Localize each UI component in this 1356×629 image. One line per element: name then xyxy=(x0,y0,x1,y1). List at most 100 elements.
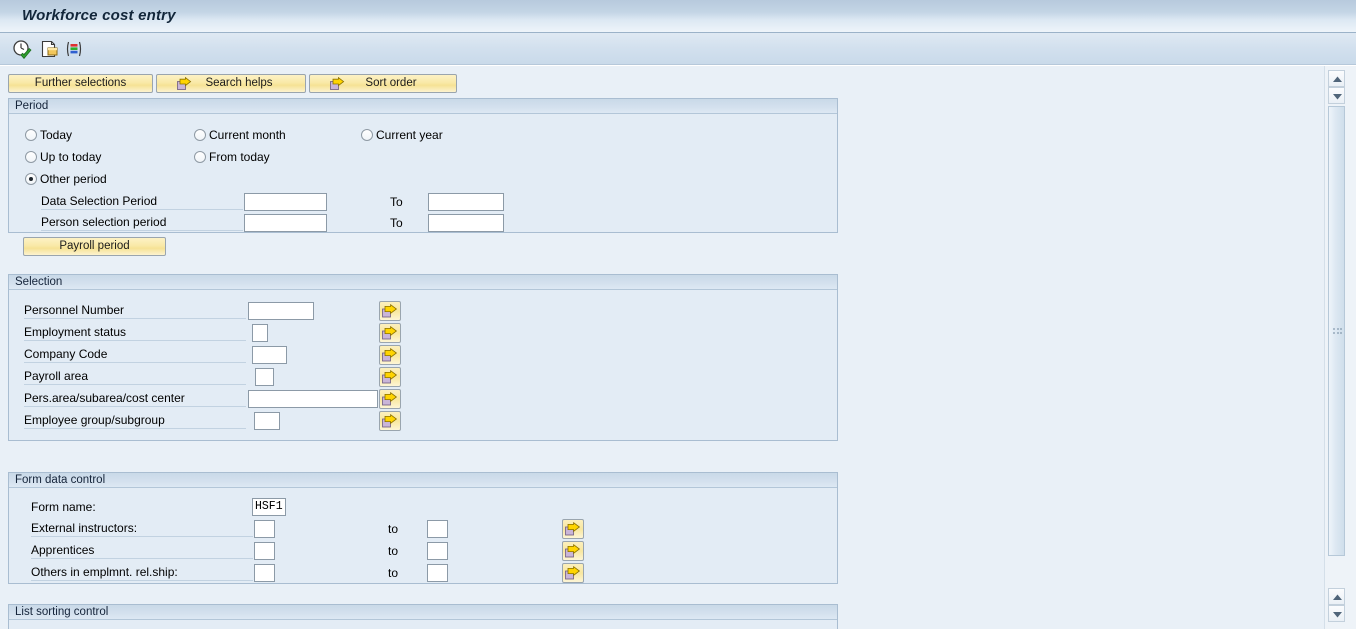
external-instructors-label: External instructors: xyxy=(31,520,253,537)
radio-current-year[interactable]: Current year xyxy=(361,128,443,142)
company-code-multi-select-button[interactable] xyxy=(379,345,401,365)
arrow-right-icon xyxy=(565,522,581,536)
color-bars-icon[interactable] xyxy=(64,39,84,59)
others-in-emplmnt-relship-multi-select-button[interactable] xyxy=(562,563,584,583)
arrow-right-icon xyxy=(565,566,581,580)
radio-dot-icon xyxy=(194,151,206,163)
employment-status-label: Employment status xyxy=(24,324,246,341)
selection-screen-content: Further selections Search helps Sort order… xyxy=(0,66,1324,629)
list-sorting-control-group-body xyxy=(9,620,837,629)
vertical-scrollbar[interactable] xyxy=(1324,66,1356,629)
radio-dot-icon xyxy=(25,129,37,141)
employment-status-input[interactable] xyxy=(252,324,268,342)
arrow-right-icon xyxy=(161,76,192,91)
selection-group-body: Personnel Number Employment status Compa… xyxy=(9,290,837,439)
form-data-control-group-body: Form name: HSF1 External instructors: to… xyxy=(9,488,837,583)
scrollbar-thumb[interactable] xyxy=(1328,106,1345,556)
selection-group-title: Selection xyxy=(9,275,837,290)
list-sorting-control-group-title: List sorting control xyxy=(9,605,837,620)
others-in-emplmnt-relship-to-input[interactable] xyxy=(427,564,448,582)
person-selection-period-from-input[interactable] xyxy=(244,214,327,232)
further-selections-button[interactable]: Further selections xyxy=(8,74,153,93)
apprentices-to-input[interactable] xyxy=(427,542,448,560)
form-name-input[interactable]: HSF1 xyxy=(252,498,286,516)
execute-clock-check-icon[interactable] xyxy=(12,39,32,59)
arrow-right-icon xyxy=(382,392,398,406)
chevron-down-icon xyxy=(1333,612,1342,618)
radio-current-month-label: Current month xyxy=(209,128,286,142)
employee-group-subgroup-multi-select-button[interactable] xyxy=(379,411,401,431)
company-code-input[interactable] xyxy=(252,346,287,364)
pers-area-subarea-cost-center-multi-select-button[interactable] xyxy=(379,389,401,409)
radio-other-period[interactable]: Other period xyxy=(25,172,107,186)
payroll-area-label: Payroll area xyxy=(24,368,246,385)
employment-status-multi-select-button[interactable] xyxy=(379,323,401,343)
sort-order-label: Sort order xyxy=(365,77,417,89)
toolbar-button-row: Further selections Search helps Sort order xyxy=(8,74,460,93)
radio-dot-icon xyxy=(25,173,37,185)
application-toolbar: © www.tutorialkart.com xyxy=(0,33,1356,95)
arrow-right-icon xyxy=(382,348,398,362)
period-group-body: Today Current month Current year Up to t… xyxy=(9,114,837,256)
radio-current-month[interactable]: Current month xyxy=(194,128,286,142)
external-instructors-to-input[interactable] xyxy=(427,520,448,538)
sort-order-button[interactable]: Sort order xyxy=(309,74,457,93)
scrollbar-grip-icon xyxy=(1333,328,1342,334)
scroll-down-button[interactable] xyxy=(1328,87,1345,104)
radio-from-today[interactable]: From today xyxy=(194,150,270,164)
chevron-up-icon xyxy=(1333,76,1342,82)
radio-up-to-today[interactable]: Up to today xyxy=(25,150,101,164)
scroll-up-button-bottom[interactable] xyxy=(1328,588,1345,605)
copy-document-icon[interactable] xyxy=(40,39,60,59)
radio-from-today-label: From today xyxy=(209,150,270,164)
payroll-period-button[interactable]: Payroll period xyxy=(23,237,166,256)
scroll-up-button[interactable] xyxy=(1328,70,1345,87)
radio-up-to-today-label: Up to today xyxy=(40,150,102,164)
data-selection-period-label: Data Selection Period xyxy=(41,193,243,210)
radio-today[interactable]: Today xyxy=(25,128,72,142)
radio-dot-icon xyxy=(361,129,373,141)
personnel-number-multi-select-button[interactable] xyxy=(379,301,401,321)
person-selection-period-to-label: To xyxy=(390,216,403,230)
personnel-number-label: Personnel Number xyxy=(24,302,246,319)
radio-dot-icon xyxy=(25,151,37,163)
external-instructors-to-label: to xyxy=(388,522,399,536)
arrow-right-icon xyxy=(382,326,398,340)
external-instructors-multi-select-button[interactable] xyxy=(562,519,584,539)
pers-area-subarea-cost-center-label: Pers.area/subarea/cost center xyxy=(24,390,246,407)
apprentices-multi-select-button[interactable] xyxy=(562,541,584,561)
apprentices-from-input[interactable] xyxy=(254,542,275,560)
form-data-control-group: Form data control Form name: HSF1 Extern… xyxy=(8,472,838,584)
data-selection-period-to-label: To xyxy=(390,195,403,209)
search-helps-label: Search helps xyxy=(205,77,273,89)
selection-group: Selection Personnel Number Employment st… xyxy=(8,274,838,441)
others-in-emplmnt-relship-from-input[interactable] xyxy=(254,564,275,582)
arrow-right-icon xyxy=(382,414,398,428)
list-sorting-control-group: List sorting control xyxy=(8,604,838,629)
person-selection-period-label: Person selection period xyxy=(41,214,243,231)
arrow-right-icon xyxy=(565,544,581,558)
pers-area-subarea-cost-center-input[interactable] xyxy=(248,390,378,408)
apprentices-to-label: to xyxy=(388,544,399,558)
external-instructors-from-input[interactable] xyxy=(254,520,275,538)
data-selection-period-from-input[interactable] xyxy=(244,193,327,211)
form-name-label: Form name: xyxy=(31,500,96,514)
arrow-right-icon xyxy=(314,76,345,91)
scrollbar-track[interactable] xyxy=(1328,106,1345,556)
scroll-down-button-bottom[interactable] xyxy=(1328,605,1345,622)
radio-other-period-label: Other period xyxy=(40,172,107,186)
others-in-emplmnt-relship-to-label: to xyxy=(388,566,399,580)
personnel-number-input[interactable] xyxy=(248,302,314,320)
radio-current-year-label: Current year xyxy=(376,128,443,142)
payroll-area-multi-select-button[interactable] xyxy=(379,367,401,387)
company-code-label: Company Code xyxy=(24,346,246,363)
person-selection-period-to-input[interactable] xyxy=(428,214,504,232)
search-helps-button[interactable]: Search helps xyxy=(156,74,306,93)
radio-today-label: Today xyxy=(40,128,73,142)
employee-group-subgroup-label: Employee group/subgroup xyxy=(24,412,246,429)
payroll-area-input[interactable] xyxy=(255,368,274,386)
employee-group-subgroup-input[interactable] xyxy=(254,412,280,430)
form-data-control-group-title: Form data control xyxy=(9,473,837,488)
window-title-bar: Workforce cost entry xyxy=(0,0,1356,33)
data-selection-period-to-input[interactable] xyxy=(428,193,504,211)
